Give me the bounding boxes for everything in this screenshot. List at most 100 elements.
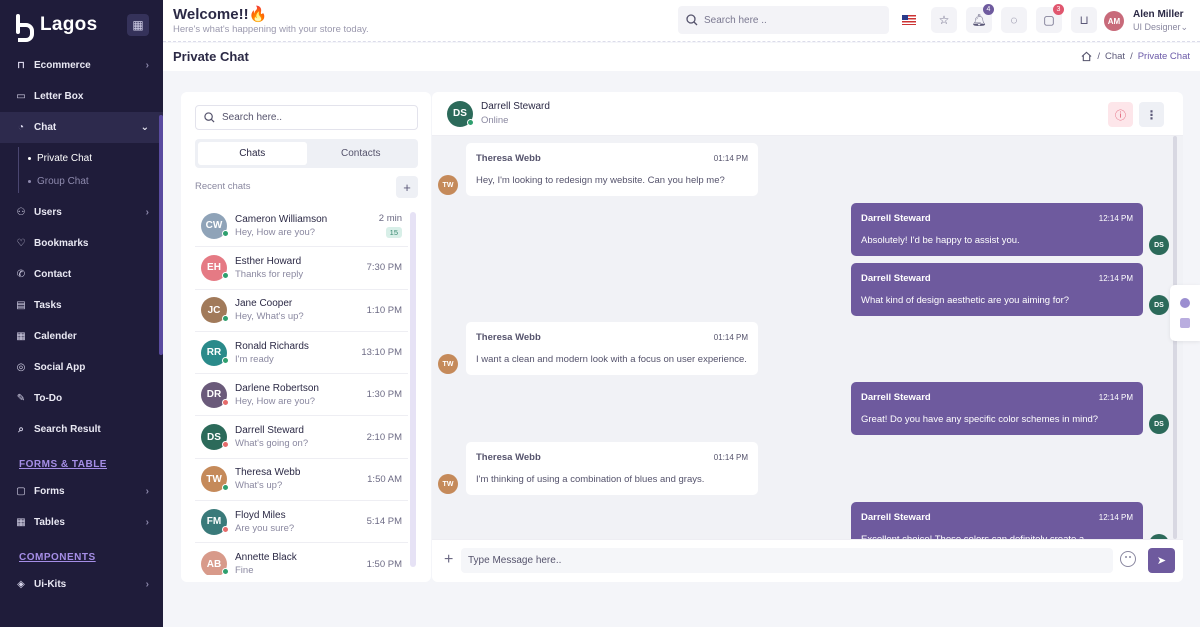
contact-last-message: Are you sure? bbox=[235, 522, 295, 534]
contact-item[interactable]: RR Ronald Richards I'm ready 13:10 PM bbox=[195, 332, 408, 375]
plus-icon: + bbox=[403, 179, 411, 195]
tab-contacts[interactable]: Contacts bbox=[307, 142, 416, 165]
contact-item[interactable]: FM Floyd Miles Are you sure? 5:14 PM bbox=[195, 501, 408, 544]
sidebar-subitem-label: Private Chat bbox=[37, 153, 93, 164]
contact-last-message: Hey, How are you? bbox=[235, 395, 316, 407]
user-name: Alen Miller bbox=[1133, 9, 1184, 20]
status-dot bbox=[222, 568, 229, 575]
page-title-bar: Private Chat / Chat / Private Chat bbox=[163, 43, 1200, 71]
message-text: I'm thinking of using a combination of b… bbox=[476, 474, 705, 485]
sidebar-scrollbar[interactable] bbox=[159, 115, 163, 355]
apps-grid-icon[interactable]: ▦ bbox=[127, 14, 149, 36]
new-chat-button[interactable]: + bbox=[396, 176, 418, 198]
sidebar-item-letter-box[interactable]: ▭ Letter Box bbox=[0, 81, 163, 112]
message-avatar: DS bbox=[1149, 295, 1169, 315]
lightbulb-button[interactable]: ◌ bbox=[1001, 7, 1027, 33]
sidebar-item-search-result[interactable]: ⌕ Search Result bbox=[0, 414, 163, 445]
contact-item[interactable]: CW Cameron Williamson Hey, How are you? 2 m… bbox=[195, 205, 408, 248]
section-forms-table: FORMS & TABLE bbox=[19, 459, 107, 470]
bell-icon: 🔔︎ bbox=[971, 13, 987, 27]
sidebar-item-contact[interactable]: ✆ Contact bbox=[0, 259, 163, 290]
user-profile[interactable]: AM Alen Miller UI Designer⌄ bbox=[1104, 9, 1188, 33]
home-icon[interactable] bbox=[1081, 51, 1092, 62]
contact-last-message: What's up? bbox=[235, 480, 283, 492]
contact-time: 1:50 AM bbox=[367, 473, 402, 485]
contact-list: CW Cameron Williamson Hey, How are you? 2 m… bbox=[195, 205, 408, 575]
calendar-icon: ▦ bbox=[16, 331, 26, 342]
contact-item[interactable]: JC Jane Cooper Hey, What's up? 1:10 PM bbox=[195, 290, 408, 332]
messages-button[interactable]: ▢ 3 bbox=[1036, 4, 1064, 33]
kit-icon: ◈ bbox=[17, 579, 25, 590]
recent-chats-label: Recent chats bbox=[195, 181, 251, 192]
sidebar-item-social-app[interactable]: ◎ Social App bbox=[0, 352, 163, 383]
emoji-icon[interactable] bbox=[1120, 551, 1136, 567]
sidebar-item-label: Forms bbox=[34, 486, 65, 497]
language-button[interactable] bbox=[896, 7, 922, 33]
message-composer: + Type Message here.. ➤ bbox=[432, 539, 1183, 582]
breadcrumb-sep: / bbox=[1130, 51, 1133, 62]
status-dot bbox=[222, 526, 229, 534]
unread-badge: 15 bbox=[385, 227, 402, 239]
sidebar-subitem-group-chat[interactable]: Group Chat bbox=[26, 170, 163, 193]
more-options-button[interactable]: ⋮ bbox=[1139, 102, 1164, 127]
message-input[interactable]: Type Message here.. bbox=[461, 548, 1113, 573]
attach-plus-icon[interactable]: + bbox=[444, 551, 453, 569]
message-time: 12:14 PM bbox=[1098, 513, 1133, 522]
contact-item[interactable]: DS Darrell Steward What's going on? 2:10 PM bbox=[195, 416, 408, 459]
chevron-down-icon: ⌄ bbox=[1180, 22, 1189, 32]
sidebar-item-forms[interactable]: ▢ Forms › bbox=[0, 476, 163, 507]
sidebar-item-tables[interactable]: ▦ Tables › bbox=[0, 507, 163, 538]
sidebar-item-label: Calender bbox=[34, 331, 77, 342]
sidebar-item-users[interactable]: ⚇ Users › bbox=[0, 197, 163, 228]
search-icon: ⌕ bbox=[18, 424, 24, 435]
basket-icon: ⊔ bbox=[1079, 13, 1089, 27]
sidebar-item-ecommerce[interactable]: ⊓ Ecommerce › bbox=[0, 50, 163, 81]
contact-last-message: Hey, What's up? bbox=[235, 311, 304, 323]
message-time: 12:14 PM bbox=[1098, 214, 1133, 223]
info-button[interactable]: ⓘ bbox=[1108, 102, 1133, 127]
sidebar-item-label: Tables bbox=[34, 517, 65, 528]
contact-item[interactable]: EH Esther Howard Thanks for reply 7:30 PM bbox=[195, 247, 408, 290]
message-text: Absolutely! I'd be happy to assist you. bbox=[861, 235, 1020, 246]
sidebar-item-label: Ui-Kits bbox=[34, 579, 67, 590]
sidebar-item-to-do[interactable]: ✎ To-Do bbox=[0, 383, 163, 414]
chevron-icon: › bbox=[145, 60, 149, 71]
sidebar-item-label: Chat bbox=[34, 122, 57, 133]
notifications-button[interactable]: 🔔︎ 4 bbox=[966, 4, 994, 33]
layout-icon bbox=[1180, 318, 1190, 328]
sidebar-item-chat[interactable]: ◔ Chat ⌄ bbox=[0, 112, 163, 143]
contact-item[interactable]: DR Darlene Robertson Hey, How are you? 1:30… bbox=[195, 374, 408, 417]
tab-chats[interactable]: Chats bbox=[198, 142, 307, 165]
contact-last-message: What's going on? bbox=[235, 438, 309, 450]
nav-components: ◈ Ui-Kits › bbox=[0, 569, 163, 600]
table-icon: ▦ bbox=[16, 517, 26, 528]
contact-name: Cameron Williamson bbox=[235, 213, 328, 225]
contact-time: 2 min bbox=[378, 213, 402, 225]
us-flag-icon bbox=[902, 15, 916, 25]
nav-forms: ▢ Forms › ▦ Tables › bbox=[0, 476, 163, 538]
breadcrumb-sep: / bbox=[1097, 51, 1100, 62]
contact-item[interactable]: TW Theresa Webb What's up? 1:50 AM bbox=[195, 459, 408, 502]
message-text: What kind of design aesthetic are you ai… bbox=[861, 295, 1070, 306]
message-bubble-outgoing: Darrell Steward 12:14 PM Absolutely! I'd b… bbox=[851, 203, 1143, 256]
sidebar-item-calender[interactable]: ▦ Calender bbox=[0, 321, 163, 352]
floating-customizer[interactable] bbox=[1170, 285, 1200, 341]
sidebar-item-ui-kits[interactable]: ◈ Ui-Kits › bbox=[0, 569, 163, 600]
header-search-input[interactable]: Search here .. bbox=[678, 6, 889, 34]
sidebar-item-bookmarks[interactable]: ♡ Bookmarks bbox=[0, 228, 163, 259]
clipboard-icon: ▤ bbox=[16, 300, 26, 311]
contact-item[interactable]: AB Annette Black Fine 1:50 PM bbox=[195, 543, 408, 575]
breadcrumb-chat[interactable]: Chat bbox=[1105, 51, 1125, 62]
contact-time: 5:14 PM bbox=[366, 516, 402, 528]
sidebar-item-tasks[interactable]: ▤ Tasks bbox=[0, 290, 163, 321]
contact-name: Esther Howard bbox=[235, 255, 302, 267]
sidebar-subitem-private-chat[interactable]: Private Chat bbox=[26, 147, 163, 170]
contact-name: Jane Cooper bbox=[235, 298, 293, 310]
bookmark-star-button[interactable]: ☆ bbox=[931, 7, 957, 33]
contact-list-scrollbar[interactable] bbox=[410, 212, 416, 567]
cart-button[interactable]: ⊔ bbox=[1071, 7, 1097, 33]
phone-icon: ✆ bbox=[16, 269, 26, 280]
send-button[interactable]: ➤ bbox=[1148, 548, 1175, 573]
chat-search-input[interactable]: Search here.. bbox=[195, 105, 418, 130]
message-input-placeholder: Type Message here.. bbox=[468, 555, 562, 566]
